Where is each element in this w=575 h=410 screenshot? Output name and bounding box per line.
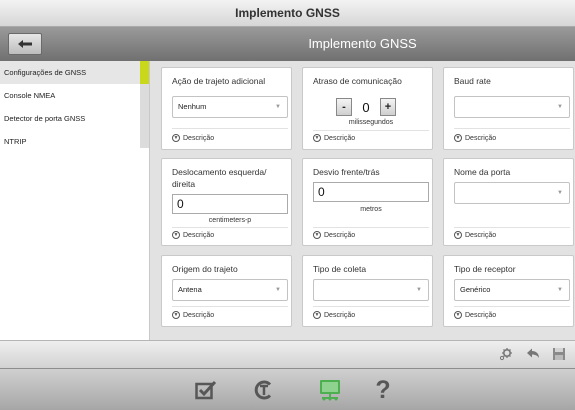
calibration-c-icon[interactable] [250, 376, 278, 404]
chevron-down-icon: ▼ [557, 104, 563, 110]
settings-grid: Ação de trajeto adicional Nenhum ▼ ▼ Des… [151, 61, 575, 340]
unit-label: centimeters-p [208, 217, 252, 224]
undo-arrow-icon[interactable] [525, 346, 541, 362]
card-title: Desvio frente/trás [313, 167, 380, 177]
description-toggle[interactable]: ▼ Descrição [172, 134, 214, 142]
divider [313, 130, 429, 131]
sidebar-item-nmea-console[interactable]: Console NMEA [0, 84, 149, 107]
card-title: Nome da porta [454, 167, 511, 177]
expand-circle-icon: ▼ [313, 134, 321, 142]
offset-front-back-input[interactable]: 0 [313, 182, 429, 202]
card-title: Tipo de receptor [454, 264, 516, 274]
card-offset-left-right: Deslocamento esquerda/ direita 0 centime… [161, 158, 292, 246]
card-offset-front-back: Desvio frente/trás 0 metros ▼ Descrição [302, 158, 433, 246]
description-label: Descrição [465, 311, 497, 319]
expand-circle-icon: ▼ [313, 311, 321, 319]
description-label: Descrição [324, 311, 356, 319]
sidebar-item-gnss-settings[interactable]: Configurações de GNSS [0, 61, 149, 84]
back-button[interactable] [8, 33, 42, 55]
expand-circle-icon: ▼ [172, 231, 180, 239]
divider [454, 306, 570, 307]
card-collect-type: Tipo de coleta ▼ ▼ Descrição [302, 255, 433, 327]
page-title: Implemento GNSS [308, 36, 417, 51]
path-action-dropdown[interactable]: Nenhum ▼ [172, 96, 288, 118]
path-origin-dropdown[interactable]: Antena ▼ [172, 279, 288, 301]
description-toggle[interactable]: ▼ Descrição [454, 311, 496, 319]
collect-type-dropdown[interactable]: ▼ [313, 279, 429, 301]
dropdown-value: Nenhum [178, 102, 207, 111]
divider [172, 227, 288, 228]
card-title: Tipo de coleta [313, 264, 367, 274]
save-disk-icon[interactable] [551, 346, 567, 362]
decrement-button[interactable]: - [336, 98, 352, 116]
description-label: Descrição [465, 134, 497, 142]
description-toggle[interactable]: ▼ Descrição [313, 231, 355, 239]
expand-circle-icon: ▼ [313, 231, 321, 239]
divider [313, 306, 429, 307]
expand-circle-icon: ▼ [172, 134, 180, 142]
divider [172, 128, 288, 129]
dropdown-value: Genérico [460, 285, 491, 294]
gnss-network-icon[interactable] [316, 376, 344, 404]
chevron-down-icon: ▼ [275, 104, 281, 110]
card-title: Deslocamento esquerda/ direita [172, 167, 267, 189]
description-toggle[interactable]: ▼ Descrição [454, 231, 496, 239]
expand-circle-icon: ▼ [454, 134, 462, 142]
header-bar: Implemento GNSS [0, 27, 575, 61]
sidebar-item-ntrip[interactable]: NTRIP [0, 130, 149, 153]
chevron-down-icon: ▼ [416, 287, 422, 293]
help-icon[interactable]: ? [369, 376, 397, 404]
description-label: Descrição [183, 231, 215, 239]
unit-label: milissegundos [348, 119, 394, 126]
dropdown-value: Antena [178, 285, 202, 294]
offset-left-right-input[interactable]: 0 [172, 194, 288, 214]
description-toggle[interactable]: ▼ Descrição [172, 311, 214, 319]
description-toggle[interactable]: ▼ Descrição [313, 134, 355, 142]
sidebar: Configurações de GNSS Console NMEA Detec… [0, 61, 150, 340]
chevron-down-icon: ▼ [557, 190, 563, 196]
stepper-value[interactable]: 0 [352, 100, 380, 115]
checklist-icon[interactable] [192, 376, 220, 404]
divider [454, 128, 570, 129]
chevron-down-icon: ▼ [557, 287, 563, 293]
description-label: Descrição [324, 231, 356, 239]
card-path-action: Ação de trajeto adicional Nenhum ▼ ▼ Des… [161, 67, 292, 150]
port-name-dropdown[interactable]: ▼ [454, 182, 570, 204]
card-title: Origem do trajeto [172, 264, 238, 274]
card-comm-delay: Atraso de comunicação - 0 + milissegundo… [302, 67, 433, 150]
bottom-nav: ? [0, 368, 575, 410]
card-path-origin: Origem do trajeto Antena ▼ ▼ Descrição [161, 255, 292, 327]
sidebar-scrollbar[interactable] [140, 84, 149, 148]
expand-circle-icon: ▼ [454, 311, 462, 319]
comm-delay-stepper: - 0 + [336, 98, 396, 116]
description-toggle[interactable]: ▼ Descrição [454, 134, 496, 142]
expand-circle-icon: ▼ [172, 311, 180, 319]
description-label: Descrição [183, 311, 215, 319]
card-title: Ação de trajeto adicional [172, 76, 266, 86]
chevron-down-icon: ▼ [275, 287, 281, 293]
description-toggle[interactable]: ▼ Descrição [172, 231, 214, 239]
settings-gear-icon[interactable] [498, 346, 514, 362]
description-label: Descrição [183, 134, 215, 142]
receiver-type-dropdown[interactable]: Genérico ▼ [454, 279, 570, 301]
expand-circle-icon: ▼ [454, 231, 462, 239]
card-title: Baud rate [454, 76, 491, 86]
divider [172, 306, 288, 307]
increment-button[interactable]: + [380, 98, 396, 116]
baud-rate-dropdown[interactable]: ▼ [454, 96, 570, 118]
card-baud-rate: Baud rate ▼ ▼ Descrição [443, 67, 574, 150]
divider [454, 227, 570, 228]
description-label: Descrição [324, 134, 356, 142]
window-title: Implemento GNSS [0, 0, 575, 27]
sidebar-item-gnss-port-detector[interactable]: Detector de porta GNSS [0, 107, 149, 130]
card-receiver-type: Tipo de receptor Genérico ▼ ▼ Descrição [443, 255, 574, 327]
description-toggle[interactable]: ▼ Descrição [313, 311, 355, 319]
card-title: Atraso de comunicação [313, 76, 402, 86]
back-arrow-icon [18, 40, 32, 48]
divider [313, 227, 429, 228]
description-label: Descrição [465, 231, 497, 239]
unit-label: metros [360, 206, 382, 213]
action-bar [0, 340, 575, 368]
card-port-name: Nome da porta ▼ ▼ Descrição [443, 158, 574, 246]
